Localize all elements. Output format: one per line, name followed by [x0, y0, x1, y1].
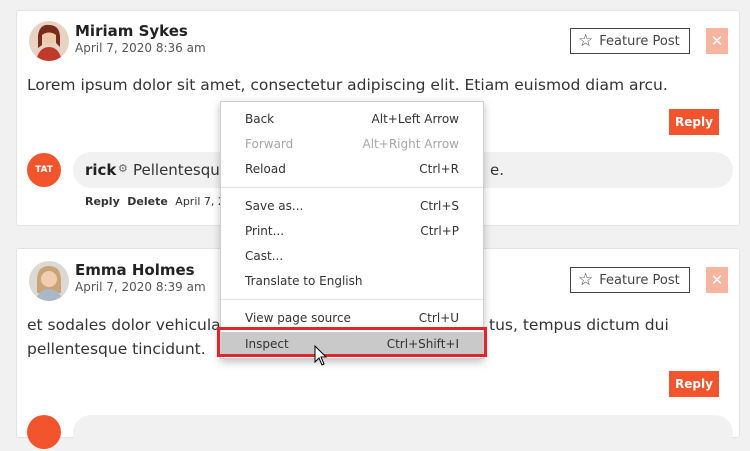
close-button[interactable]: ✕ [706, 28, 728, 54]
menu-separator [221, 187, 483, 188]
menu-item-save-as[interactable]: Save as... Ctrl+S [221, 194, 483, 218]
menu-separator [221, 299, 483, 300]
feature-post-label: Feature Post [599, 272, 680, 288]
menu-item-label: Back [245, 112, 275, 126]
menu-item-shortcut: Ctrl+P [420, 224, 459, 238]
menu-item-shortcut: Alt+Right Arrow [362, 137, 459, 151]
inspect-highlight-box [217, 327, 487, 357]
menu-item-label: Save as... [245, 199, 304, 213]
menu-item-reload[interactable]: Reload Ctrl+R [221, 157, 483, 181]
menu-item-forward: Forward Alt+Right Arrow [221, 132, 483, 156]
comment-meta: Reply Delete April 7, 20 [85, 195, 232, 208]
verified-icon: ⚙ [118, 162, 128, 175]
comment-author[interactable]: rick [85, 161, 116, 179]
avatar [29, 21, 69, 61]
menu-item-label: View page source [245, 311, 351, 325]
comment-delete-link[interactable]: Delete [127, 195, 168, 208]
post-author[interactable]: Miriam Sykes [75, 22, 188, 40]
comment-reply-link[interactable]: Reply [85, 195, 120, 208]
menu-item-label: Translate to English [245, 274, 363, 288]
comment-text-left: Pellentesqu [133, 161, 220, 179]
star-icon: ☆ [578, 269, 594, 290]
post-body-line2: pellentesque tincidunt. [27, 340, 206, 358]
menu-item-label: Forward [245, 137, 294, 151]
comment-text-right: e. [490, 161, 504, 179]
post-date: April 7, 2020 8:39 am [75, 280, 206, 294]
post-author[interactable]: Emma Holmes [75, 261, 195, 279]
menu-item-label: Reload [245, 162, 286, 176]
comment-bubble [73, 415, 733, 451]
feature-post-label: Feature Post [599, 33, 680, 49]
menu-item-label: Print... [245, 224, 285, 238]
commenter-avatar: TAT [27, 153, 61, 187]
post-body: Lorem ipsum dolor sit amet, consectetur … [27, 76, 668, 94]
menu-item-shortcut: Ctrl+R [419, 162, 459, 176]
feature-post-button[interactable]: ☆ Feature Post [570, 267, 690, 293]
menu-item-shortcut: Ctrl+U [418, 311, 459, 325]
feature-post-button[interactable]: ☆ Feature Post [570, 28, 690, 54]
menu-item-back[interactable]: Back Alt+Left Arrow [221, 107, 483, 131]
post-body-line1-left: et sodales dolor vehicula [27, 316, 221, 334]
close-button[interactable]: ✕ [706, 267, 728, 293]
star-icon: ☆ [578, 30, 594, 51]
post-body-line1-right: tus, tempus dictum dui [489, 316, 669, 334]
menu-item-label: Cast... [245, 249, 284, 263]
commenter-avatar [27, 415, 61, 449]
post-date: April 7, 2020 8:36 am [75, 41, 206, 55]
menu-item-shortcut: Ctrl+S [419, 199, 459, 213]
reply-button[interactable]: Reply [669, 371, 719, 397]
menu-item-translate[interactable]: Translate to English [221, 269, 483, 293]
reply-button[interactable]: Reply [669, 109, 719, 135]
menu-item-shortcut: Alt+Left Arrow [371, 112, 459, 126]
menu-item-cast[interactable]: Cast... [221, 244, 483, 268]
mouse-pointer-icon [314, 345, 328, 366]
context-menu: Back Alt+Left Arrow Forward Alt+Right Ar… [220, 101, 484, 359]
menu-item-print[interactable]: Print... Ctrl+P [221, 219, 483, 243]
avatar [29, 261, 69, 301]
